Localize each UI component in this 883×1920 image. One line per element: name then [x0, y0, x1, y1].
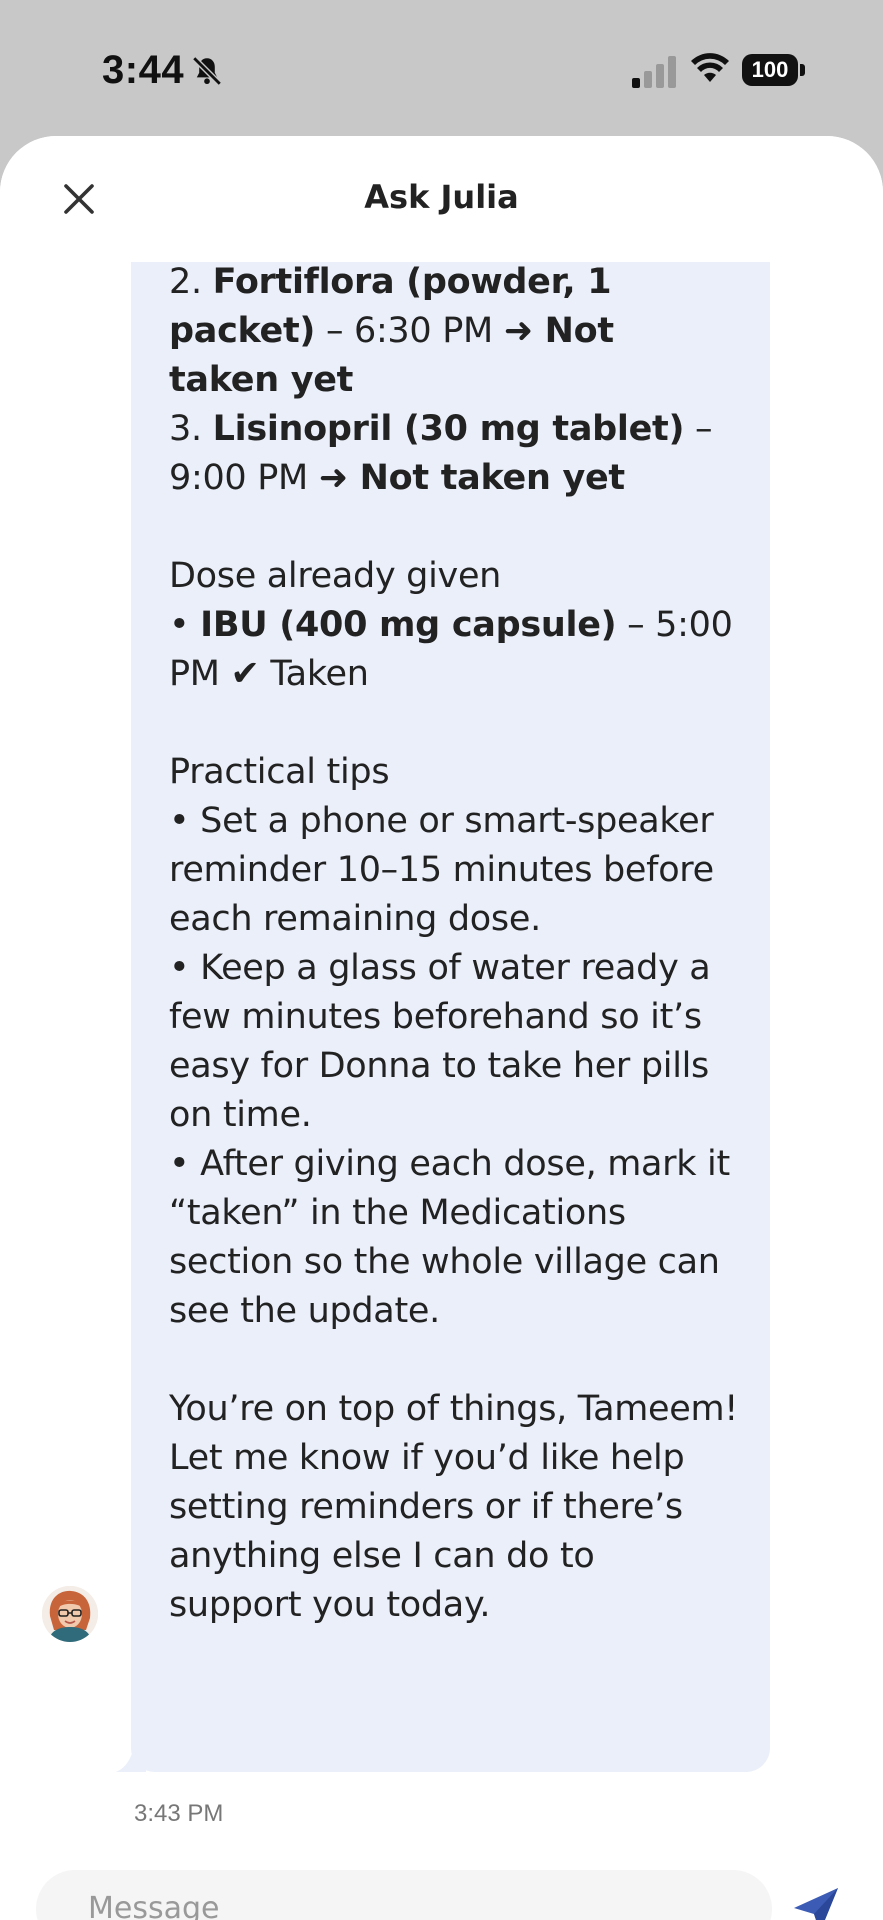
- message-run: anything else I can do to: [169, 1536, 595, 1576]
- message-bold-text: IBU (400 mg capsule): [200, 605, 617, 645]
- message-run: – 5:00: [616, 605, 733, 645]
- message-line: packet) – 6:30 PM ➜ Not: [169, 307, 749, 356]
- status-bar: 3:44 100: [0, 0, 883, 136]
- message-line: • After giving each dose, mark it: [169, 1140, 749, 1189]
- message-bubble: 2. Fortiflora (powder, 1 packet) – 6:30 P…: [131, 262, 770, 1772]
- message-line: each remaining dose.: [169, 895, 749, 944]
- battery-indicator: 100: [742, 54, 806, 88]
- message-gap: [169, 699, 749, 748]
- message-gap: [169, 1336, 749, 1385]
- message-run: 2.: [169, 262, 213, 302]
- message-run: Let me know if you’d like help: [169, 1438, 685, 1478]
- message-line: easy for Donna to take her pills: [169, 1042, 749, 1091]
- message-run: see the update.: [169, 1291, 440, 1331]
- status-time: 3:44: [102, 48, 185, 92]
- message-bold-text: ➜ Not taken yet: [318, 458, 625, 498]
- message-line: reminder 10–15 minutes before: [169, 846, 749, 895]
- julia-avatar: [42, 1586, 98, 1642]
- message-run: “taken” in the Medications: [169, 1193, 626, 1233]
- message-bold-text: Fortiflora (powder, 1: [212, 262, 612, 302]
- message-run: Dose already given: [169, 556, 502, 596]
- message-line: PM ✔ Taken: [169, 650, 749, 699]
- message-gap: [169, 503, 749, 552]
- send-icon[interactable]: [790, 1884, 842, 1920]
- message-run: few minutes beforehand so it’s: [169, 997, 702, 1037]
- message-input[interactable]: Message: [36, 1870, 772, 1920]
- message-run: easy for Donna to take her pills: [169, 1046, 709, 1086]
- message-line: Practical tips: [169, 748, 749, 797]
- message-line: on time.: [169, 1091, 749, 1140]
- message-line: support you today.: [169, 1581, 749, 1630]
- sheet-header: Ask Julia: [0, 136, 883, 262]
- message-line: Dose already given: [169, 552, 749, 601]
- wifi-icon: [691, 53, 729, 82]
- message-text: 2. Fortiflora (powder, 1 packet) – 6:30 P…: [169, 258, 749, 1630]
- message-line: setting reminders or if there’s: [169, 1483, 749, 1532]
- message-run: PM ✔ Taken: [169, 654, 369, 694]
- message-run: on time.: [169, 1095, 312, 1135]
- message-run: You’re on top of things, Tameem!: [169, 1389, 739, 1429]
- message-line: taken yet: [169, 356, 749, 405]
- message-run: Practical tips: [169, 752, 390, 792]
- cellular-signal-icon: [632, 56, 676, 88]
- message-line: Let me know if you’d like help: [169, 1434, 749, 1483]
- page-title: Ask Julia: [364, 178, 519, 216]
- bell-slash-icon: [192, 56, 222, 86]
- message-line: 3. Lisinopril (30 mg tablet) –: [169, 405, 749, 454]
- chat-sheet: 2. Fortiflora (powder, 1 packet) – 6:30 P…: [0, 136, 883, 1920]
- message-bold-text: Lisinopril (30 mg tablet): [212, 409, 685, 449]
- message-run: reminder 10–15 minutes before: [169, 850, 714, 890]
- message-run: 9:00 PM: [169, 458, 319, 498]
- message-run: – 6:30 PM: [315, 311, 504, 351]
- message-line: anything else I can do to: [169, 1532, 749, 1581]
- message-line: • Keep a glass of water ready a: [169, 944, 749, 993]
- message-line: “taken” in the Medications: [169, 1189, 749, 1238]
- message-run: • Keep a glass of water ready a: [169, 948, 711, 988]
- message-run: setting reminders or if there’s: [169, 1487, 683, 1527]
- message-run: • After giving each dose, mark it: [169, 1144, 730, 1184]
- message-line: • IBU (400 mg capsule) – 5:00: [169, 601, 749, 650]
- message-bold-text: taken yet: [169, 360, 354, 400]
- message-run: –: [684, 409, 713, 449]
- message-run: 3.: [169, 409, 213, 449]
- message-bold-text: packet): [169, 311, 316, 351]
- message-run: section so the whole village can: [169, 1242, 720, 1282]
- message-line: You’re on top of things, Tameem!: [169, 1385, 749, 1434]
- message-run: • Set a phone or smart-speaker: [169, 801, 714, 841]
- message-run: support you today.: [169, 1585, 491, 1625]
- message-line: see the update.: [169, 1287, 749, 1336]
- message-run: each remaining dose.: [169, 899, 541, 939]
- message-line: 2. Fortiflora (powder, 1: [169, 258, 749, 307]
- message-timestamp: 3:43 PM: [134, 1800, 224, 1827]
- message-line: section so the whole village can: [169, 1238, 749, 1287]
- message-line: • Set a phone or smart-speaker: [169, 797, 749, 846]
- message-bold-text: ➜ Not: [503, 311, 614, 351]
- message-line: 9:00 PM ➜ Not taken yet: [169, 454, 749, 503]
- message-line: few minutes beforehand so it’s: [169, 993, 749, 1042]
- battery-level: 100: [742, 54, 798, 86]
- message-run: •: [169, 605, 201, 645]
- bubble-tail: [116, 1746, 146, 1772]
